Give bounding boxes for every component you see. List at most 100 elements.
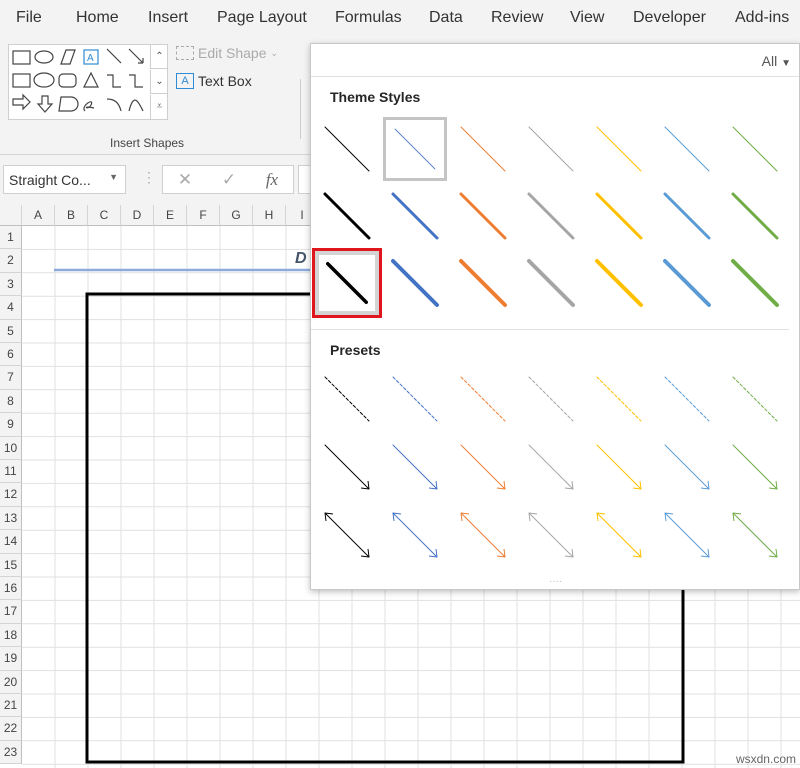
preset-style-r3-c5[interactable] [587, 503, 651, 567]
theme-style-r2-c7[interactable] [723, 184, 787, 248]
tab-formulas[interactable]: Formulas [335, 9, 402, 27]
line-style-icon [451, 184, 515, 248]
preset-style-r2-c4[interactable] [519, 435, 583, 499]
chevron-down-icon: ▼ [781, 58, 791, 69]
preset-style-r3-c2[interactable] [383, 503, 447, 567]
gallery-scroll-down[interactable]: ⌄ [150, 70, 168, 94]
name-box-value: Straight Co... [9, 172, 91, 188]
theme-style-r1-c2[interactable] [383, 117, 447, 181]
drag-handle[interactable]: ⋮ [142, 169, 156, 186]
tab-data[interactable]: Data [429, 9, 463, 27]
line-style-icon [319, 255, 375, 311]
watermark: wsxdn.com [736, 752, 796, 766]
theme-styles-heading: Theme Styles [330, 89, 420, 105]
line-style-icon [723, 251, 787, 315]
line-style-icon [451, 251, 515, 315]
line-style-icon [519, 117, 583, 181]
preset-style-r3-c1[interactable] [315, 503, 379, 567]
line-style-icon [723, 117, 787, 181]
text-box-button[interactable]: AText Box [176, 73, 252, 89]
name-box[interactable]: Straight Co...▼ [3, 165, 126, 194]
theme-style-r2-c1[interactable] [315, 184, 379, 248]
preset-style-r3-c4[interactable] [519, 503, 583, 567]
theme-style-r3-c5[interactable] [587, 251, 651, 315]
theme-style-r1-c1[interactable] [315, 117, 379, 181]
shapes-icons[interactable]: A [9, 45, 149, 119]
cancel-icon[interactable]: ✕ [178, 170, 192, 190]
line-style-icon [587, 435, 651, 499]
theme-style-r3-c1[interactable] [315, 251, 379, 315]
tab-page-layout[interactable]: Page Layout [217, 9, 307, 27]
theme-style-r3-c3[interactable] [451, 251, 515, 315]
line-style-icon [587, 117, 651, 181]
shapes-gallery[interactable]: A ⌃ ⌄ ⩡ [8, 44, 168, 120]
tab-home[interactable]: Home [76, 9, 119, 27]
preset-style-r1-c4[interactable] [519, 367, 583, 431]
line-style-icon [519, 184, 583, 248]
tab-insert[interactable]: Insert [148, 9, 188, 27]
line-style-icon [723, 367, 787, 431]
line-style-icon [587, 251, 651, 315]
preset-style-r2-c5[interactable] [587, 435, 651, 499]
preset-style-r2-c7[interactable] [723, 435, 787, 499]
theme-style-r2-c6[interactable] [655, 184, 719, 248]
presets-heading: Presets [330, 342, 381, 358]
theme-style-r2-c3[interactable] [451, 184, 515, 248]
divider [300, 79, 301, 139]
preset-style-r3-c3[interactable] [451, 503, 515, 567]
line-style-icon [315, 435, 379, 499]
filter-value: All [762, 53, 778, 69]
tab-review[interactable]: Review [491, 9, 543, 27]
resize-handle[interactable]: ···· [549, 576, 562, 587]
preset-style-r1-c6[interactable] [655, 367, 719, 431]
preset-style-r1-c5[interactable] [587, 367, 651, 431]
insert-function-button[interactable]: fx [266, 170, 278, 190]
preset-style-r1-c7[interactable] [723, 367, 787, 431]
edit-shape-button[interactable]: Edit Shape⌄ [176, 45, 278, 61]
preset-style-r2-c6[interactable] [655, 435, 719, 499]
gallery-scroll-up[interactable]: ⌃ [150, 45, 168, 69]
theme-style-r2-c2[interactable] [383, 184, 447, 248]
preset-style-r3-c7[interactable] [723, 503, 787, 567]
preset-style-r2-c1[interactable] [315, 435, 379, 499]
filter-dropdown[interactable]: All ▼ [762, 53, 791, 69]
line-style-icon [723, 503, 787, 567]
theme-style-r3-c7[interactable] [723, 251, 787, 315]
tab-view[interactable]: View [570, 9, 604, 27]
theme-style-r2-c4[interactable] [519, 184, 583, 248]
theme-style-r1-c5[interactable] [587, 117, 651, 181]
line-style-icon [519, 251, 583, 315]
theme-style-r3-c2[interactable] [383, 251, 447, 315]
ribbon-tabs: File Home Insert Page Layout Formulas Data Rev… [0, 0, 800, 37]
gallery-more[interactable]: ⩡ [150, 95, 168, 119]
line-style-icon [723, 184, 787, 248]
theme-style-r1-c6[interactable] [655, 117, 719, 181]
theme-style-r1-c7[interactable] [723, 117, 787, 181]
line-style-icon [723, 435, 787, 499]
text-box-icon: A [176, 73, 194, 89]
tab-developer[interactable]: Developer [633, 9, 706, 27]
line-style-icon [383, 251, 447, 315]
line-style-icon [315, 184, 379, 248]
enter-icon[interactable]: ✓ [222, 170, 236, 190]
line-style-icon [383, 503, 447, 567]
preset-style-r2-c2[interactable] [383, 435, 447, 499]
theme-style-r3-c6[interactable] [655, 251, 719, 315]
preset-style-r3-c6[interactable] [655, 503, 719, 567]
text-box-label: Text Box [198, 73, 252, 89]
preset-style-r1-c3[interactable] [451, 367, 515, 431]
preset-style-r1-c2[interactable] [383, 367, 447, 431]
theme-style-r1-c4[interactable] [519, 117, 583, 181]
theme-style-r2-c5[interactable] [587, 184, 651, 248]
theme-style-r3-c4[interactable] [519, 251, 583, 315]
line-style-icon [587, 184, 651, 248]
preset-style-r1-c1[interactable] [315, 367, 379, 431]
preset-style-r2-c3[interactable] [451, 435, 515, 499]
tab-add-ins[interactable]: Add-ins [735, 9, 789, 27]
line-style-icon [655, 184, 719, 248]
theme-style-r1-c3[interactable] [451, 117, 515, 181]
tab-file[interactable]: File [16, 9, 42, 27]
line-style-icon [655, 367, 719, 431]
group-label-insert-shapes: Insert Shapes [110, 136, 184, 150]
shape-styles-dropdown: All ▼ Theme Styles Presets ···· [310, 43, 800, 590]
